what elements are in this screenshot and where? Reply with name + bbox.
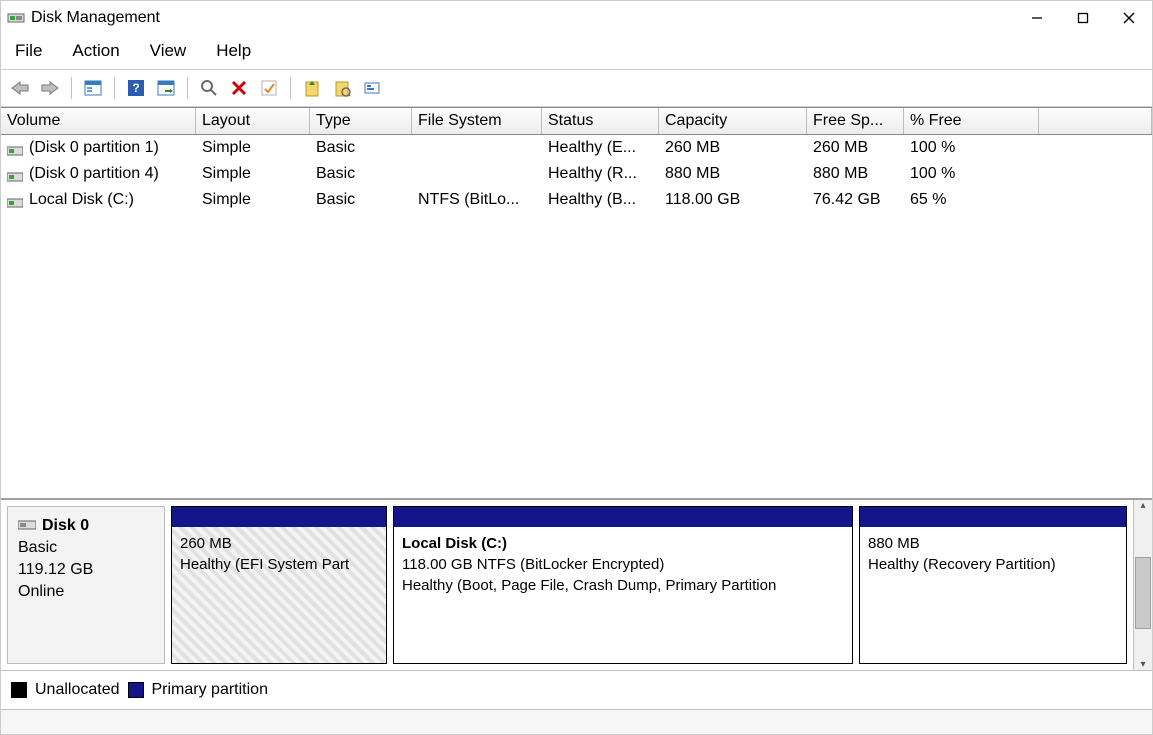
volume-type: Basic bbox=[310, 191, 412, 209]
partition-line2: Healthy (Recovery Partition) bbox=[868, 554, 1118, 575]
toolbar: ? bbox=[1, 69, 1152, 107]
rescan-disks-icon[interactable] bbox=[196, 75, 222, 101]
column-volume[interactable]: Volume bbox=[1, 108, 196, 134]
volume-layout: Simple bbox=[196, 191, 310, 209]
disk-header[interactable]: Disk 0 Basic 119.12 GB Online bbox=[7, 506, 165, 664]
disk-name: Disk 0 bbox=[42, 517, 89, 534]
column-layout[interactable]: Layout bbox=[196, 108, 310, 134]
disk-map: Disk 0 Basic 119.12 GB Online 260 MBHeal… bbox=[1, 498, 1152, 670]
column-type[interactable]: Type bbox=[310, 108, 412, 134]
partition-line2: Healthy (Boot, Page File, Crash Dump, Pr… bbox=[402, 575, 844, 596]
maximize-button[interactable] bbox=[1060, 1, 1106, 35]
partition[interactable]: Local Disk (C:)118.00 GB NTFS (BitLocker… bbox=[393, 506, 853, 664]
disk-state: Online bbox=[18, 583, 64, 600]
column-spacer bbox=[1039, 108, 1152, 134]
menubar: File Action View Help bbox=[1, 35, 1152, 69]
attach-vhd-icon[interactable] bbox=[329, 75, 355, 101]
svg-text:?: ? bbox=[132, 81, 139, 95]
volume-row[interactable]: (Disk 0 partition 1) SimpleBasic Healthy (… bbox=[1, 135, 1152, 161]
window-title: Disk Management bbox=[31, 9, 160, 27]
partition-line2: Healthy (EFI System Part bbox=[180, 554, 378, 575]
partition-line1: 260 MB bbox=[180, 533, 378, 554]
volume-layout: Simple bbox=[196, 165, 310, 183]
status-bar bbox=[1, 709, 1152, 734]
scroll-down-icon[interactable]: ▾ bbox=[1140, 659, 1145, 670]
properties-icon[interactable] bbox=[256, 75, 282, 101]
volume-status: Healthy (R... bbox=[542, 165, 659, 183]
legend: Unallocated Primary partition bbox=[1, 670, 1152, 709]
help-icon[interactable]: ? bbox=[123, 75, 149, 101]
partition-colorbar bbox=[860, 507, 1126, 527]
menu-view[interactable]: View bbox=[146, 39, 191, 63]
volume-free: 260 MB bbox=[807, 139, 904, 157]
disk-capacity: 119.12 GB bbox=[18, 561, 93, 578]
volume-type: Basic bbox=[310, 165, 412, 183]
app-icon bbox=[7, 9, 25, 27]
partition[interactable]: 260 MBHealthy (EFI System Part bbox=[171, 506, 387, 664]
partition-colorbar bbox=[172, 507, 386, 527]
volume-icon bbox=[7, 169, 23, 179]
volume-capacity: 880 MB bbox=[659, 165, 807, 183]
volume-list: Volume Layout Type File System Status Ca… bbox=[1, 107, 1152, 498]
menu-file[interactable]: File bbox=[11, 39, 46, 63]
volume-pct: 100 % bbox=[904, 165, 1039, 183]
disk-icon bbox=[18, 517, 36, 531]
detach-vhd-icon[interactable] bbox=[359, 75, 385, 101]
disk-type: Basic bbox=[18, 539, 57, 556]
refresh-icon[interactable] bbox=[153, 75, 179, 101]
volume-capacity: 118.00 GB bbox=[659, 191, 807, 209]
swatch-unallocated-icon bbox=[11, 682, 27, 698]
volume-fs: NTFS (BitLo... bbox=[412, 191, 542, 209]
menu-help[interactable]: Help bbox=[212, 39, 255, 63]
volume-status: Healthy (E... bbox=[542, 139, 659, 157]
disk-management-window: Disk Management File Action View Help ? bbox=[0, 0, 1153, 735]
create-vhd-icon[interactable] bbox=[299, 75, 325, 101]
volume-type: Basic bbox=[310, 139, 412, 157]
volume-free: 76.42 GB bbox=[807, 191, 904, 209]
partition[interactable]: 880 MBHealthy (Recovery Partition) bbox=[859, 506, 1127, 664]
volume-name: Local Disk (C:) bbox=[29, 191, 134, 209]
show-hide-console-tree-icon[interactable] bbox=[80, 75, 106, 101]
partition-title: Local Disk (C:) bbox=[402, 533, 844, 554]
delete-icon[interactable] bbox=[226, 75, 252, 101]
column-pctfree[interactable]: % Free bbox=[904, 108, 1039, 134]
volume-icon bbox=[7, 195, 23, 205]
volume-pct: 100 % bbox=[904, 139, 1039, 157]
volume-pct: 65 % bbox=[904, 191, 1039, 209]
titlebar: Disk Management bbox=[1, 1, 1152, 35]
column-freespace[interactable]: Free Sp... bbox=[807, 108, 904, 134]
volume-capacity: 260 MB bbox=[659, 139, 807, 157]
partition-colorbar bbox=[394, 507, 852, 527]
forward-button[interactable] bbox=[37, 75, 63, 101]
volume-list-header: Volume Layout Type File System Status Ca… bbox=[1, 108, 1152, 135]
minimize-button[interactable] bbox=[1014, 1, 1060, 35]
legend-primary: Primary partition bbox=[152, 681, 268, 699]
volume-row[interactable]: Local Disk (C:) SimpleBasicNTFS (BitLo...… bbox=[1, 187, 1152, 213]
partition-line1: 880 MB bbox=[868, 533, 1118, 554]
legend-unallocated: Unallocated bbox=[35, 681, 120, 699]
column-capacity[interactable]: Capacity bbox=[659, 108, 807, 134]
volume-status: Healthy (B... bbox=[542, 191, 659, 209]
volume-name: (Disk 0 partition 1) bbox=[29, 139, 159, 157]
volume-layout: Simple bbox=[196, 139, 310, 157]
disk-map-scrollbar[interactable]: ▴ ▾ bbox=[1133, 500, 1152, 670]
menu-action[interactable]: Action bbox=[68, 39, 123, 63]
volume-free: 880 MB bbox=[807, 165, 904, 183]
close-button[interactable] bbox=[1106, 1, 1152, 35]
back-button[interactable] bbox=[7, 75, 33, 101]
column-filesystem[interactable]: File System bbox=[412, 108, 542, 134]
swatch-primary-icon bbox=[128, 682, 144, 698]
column-status[interactable]: Status bbox=[542, 108, 659, 134]
scroll-up-icon[interactable]: ▴ bbox=[1140, 500, 1145, 511]
partition-line1: 118.00 GB NTFS (BitLocker Encrypted) bbox=[402, 554, 844, 575]
scroll-thumb[interactable] bbox=[1135, 557, 1151, 629]
volume-row[interactable]: (Disk 0 partition 4) SimpleBasic Healthy (… bbox=[1, 161, 1152, 187]
volume-icon bbox=[7, 143, 23, 153]
volume-name: (Disk 0 partition 4) bbox=[29, 165, 159, 183]
